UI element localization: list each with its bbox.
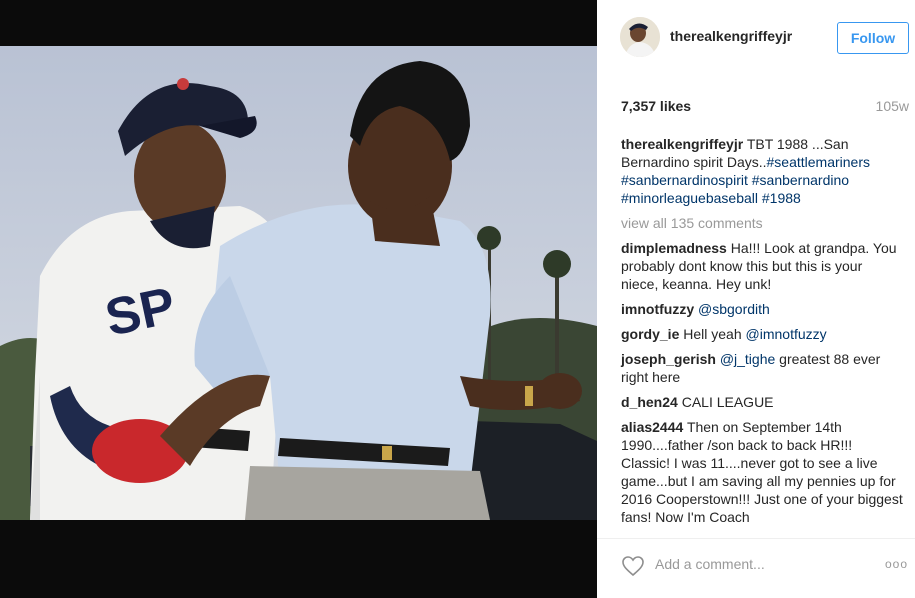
comment-item: alias2444 Then on September 14th 1990...… xyxy=(621,418,903,526)
comment-item: gordy_ie Hell yeah @imnotfuzzy xyxy=(621,325,903,343)
add-comment-input[interactable]: Add a comment... xyxy=(655,556,765,572)
comment-username[interactable]: dimplemadness xyxy=(621,240,727,256)
more-options-icon[interactable]: ooo xyxy=(885,557,908,571)
comment-item: dimplemadness Ha!!! Look at grandpa. You… xyxy=(621,239,903,293)
avatar[interactable] xyxy=(620,17,660,57)
comment-username[interactable]: gordy_ie xyxy=(621,326,679,342)
comment-username[interactable]: alias2444 xyxy=(621,419,683,435)
view-all-comments-link[interactable]: view all 135 comments xyxy=(621,214,903,232)
comment-text: Hell yeah xyxy=(683,326,742,342)
comment-item: d_hen24 CALI LEAGUE xyxy=(621,393,903,411)
caption-username[interactable]: therealkengriffeyjr xyxy=(621,136,743,152)
comment-mention[interactable]: @j_tighe xyxy=(720,351,775,367)
post-header: therealkengriffeyjr Follow xyxy=(597,0,915,76)
comment-item: imnotfuzzy @sbgordith xyxy=(621,300,903,318)
media-pane: SP xyxy=(0,0,597,598)
photo-illustration: SP xyxy=(0,46,597,520)
comments-list: therealkengriffeyjr TBT 1988 ...San Bern… xyxy=(621,135,903,533)
comment-mention[interactable]: @imnotfuzzy xyxy=(746,326,827,342)
post-age[interactable]: 105w xyxy=(876,98,909,114)
heart-icon[interactable] xyxy=(621,555,645,577)
follow-button[interactable]: Follow xyxy=(837,22,909,54)
comment-item: joseph_gerish @j_tighe greatest 88 ever … xyxy=(621,350,903,386)
comment-username[interactable]: joseph_gerish xyxy=(621,351,716,367)
comment-username[interactable]: d_hen24 xyxy=(621,394,678,410)
post-sidebar: therealkengriffeyjr Follow 7,357 likes 1… xyxy=(597,0,915,598)
comment-mention[interactable]: @sbgordith xyxy=(698,301,770,317)
caption: therealkengriffeyjr TBT 1988 ...San Bern… xyxy=(621,135,903,207)
post-photo[interactable]: SP xyxy=(0,46,597,520)
comment-text: CALI LEAGUE xyxy=(681,394,774,410)
likes-count[interactable]: 7,357 likes xyxy=(621,98,691,114)
add-comment-row: Add a comment... ooo xyxy=(597,538,915,598)
comment-username[interactable]: imnotfuzzy xyxy=(621,301,694,317)
username[interactable]: therealkengriffeyjr xyxy=(670,28,792,44)
